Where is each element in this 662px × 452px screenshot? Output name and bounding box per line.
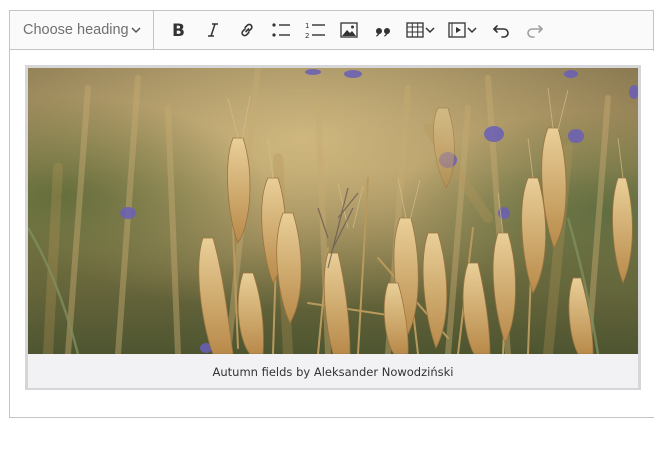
image-icon [340,22,358,38]
chevron-down-icon [131,27,141,34]
svg-text:1: 1 [305,22,309,30]
image-caption[interactable]: Autumn fields by Aleksander Nowodziński [28,356,638,388]
heading-dropdown[interactable]: Choose heading [10,10,154,50]
italic-icon [208,23,218,37]
italic-button[interactable] [196,14,230,46]
heading-dropdown-label: Choose heading [23,22,129,38]
wheat-field-photo [28,68,638,354]
bulleted-list-icon [272,23,290,37]
editor-toolbar: Choose heading B 12 [10,10,653,50]
undo-icon [493,25,509,38]
block-quote-button[interactable] [366,14,400,46]
bulleted-list-button[interactable] [264,14,298,46]
quote-icon [375,28,390,37]
link-button[interactable] [230,14,264,46]
bold-icon: B [172,21,185,39]
insert-table-button[interactable] [400,14,442,46]
svg-text:2: 2 [305,32,309,39]
numbered-list-button[interactable]: 12 [298,14,332,46]
svg-text:B: B [172,21,185,39]
chevron-down-icon [425,27,435,34]
bold-button[interactable]: B [160,14,196,46]
editor-content[interactable]: Autumn fields by Aleksander Nowodziński [11,51,654,417]
redo-icon [527,25,543,38]
media-icon [448,22,466,38]
chevron-down-icon [467,27,477,34]
wheat-field-illustration [28,68,638,354]
image-figure[interactable]: Autumn fields by Aleksander Nowodziński [25,65,641,390]
redo-button[interactable] [518,14,552,46]
numbered-list-icon: 12 [305,22,325,39]
table-icon [406,22,424,38]
insert-media-button[interactable] [442,14,484,46]
insert-image-button[interactable] [332,14,366,46]
rich-text-editor: Choose heading B 12 Autumn fields by Ale… [9,10,654,418]
undo-button[interactable] [484,14,518,46]
link-icon [241,23,253,37]
